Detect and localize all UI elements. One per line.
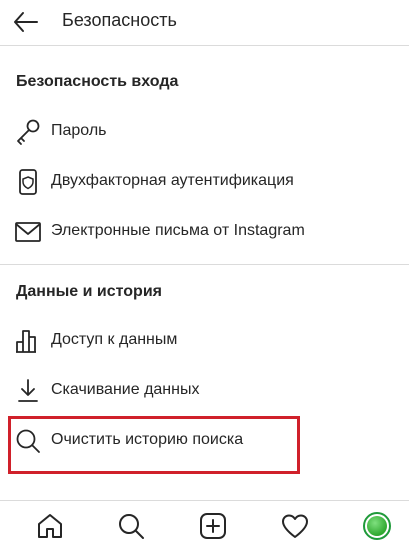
data-access-label: Доступ к данным bbox=[51, 331, 178, 348]
new-post-icon[interactable] bbox=[198, 511, 228, 541]
envelope-icon bbox=[15, 222, 41, 242]
arrow-left-icon bbox=[14, 12, 38, 32]
heart-icon[interactable] bbox=[280, 511, 310, 541]
bar-chart-icon bbox=[16, 330, 36, 353]
page-title: Безопасность bbox=[62, 10, 177, 30]
download-icon bbox=[18, 379, 38, 402]
home-icon[interactable] bbox=[35, 511, 65, 541]
instagram-emails-label: Электронные письма от Instagram bbox=[51, 222, 305, 239]
phone-shield-icon bbox=[19, 169, 37, 195]
data-download-row[interactable]: Скачивание данных bbox=[0, 368, 409, 414]
section-divider bbox=[0, 264, 409, 265]
password-label: Пароль bbox=[51, 122, 107, 139]
instagram-emails-row[interactable]: Электронные письма от Instagram bbox=[0, 209, 409, 255]
data-download-label: Скачивание данных bbox=[51, 381, 200, 398]
two-factor-row[interactable]: Двухфакторная аутентификация bbox=[0, 159, 409, 205]
header-bar: Безопасность bbox=[0, 0, 409, 46]
data-access-row[interactable]: Доступ к данным bbox=[0, 318, 409, 364]
search-tab-icon[interactable] bbox=[116, 511, 146, 541]
back-button[interactable] bbox=[12, 8, 40, 36]
password-row[interactable]: Пароль bbox=[0, 109, 409, 155]
section-heading-data-history: Данные и история bbox=[16, 283, 162, 300]
section-heading-login-security: Безопасность входа bbox=[16, 73, 179, 90]
two-factor-label: Двухфакторная аутентификация bbox=[51, 172, 294, 189]
avatar-image bbox=[367, 516, 387, 536]
highlight-box bbox=[8, 416, 300, 474]
key-icon bbox=[17, 119, 40, 145]
profile-avatar[interactable] bbox=[363, 512, 391, 540]
